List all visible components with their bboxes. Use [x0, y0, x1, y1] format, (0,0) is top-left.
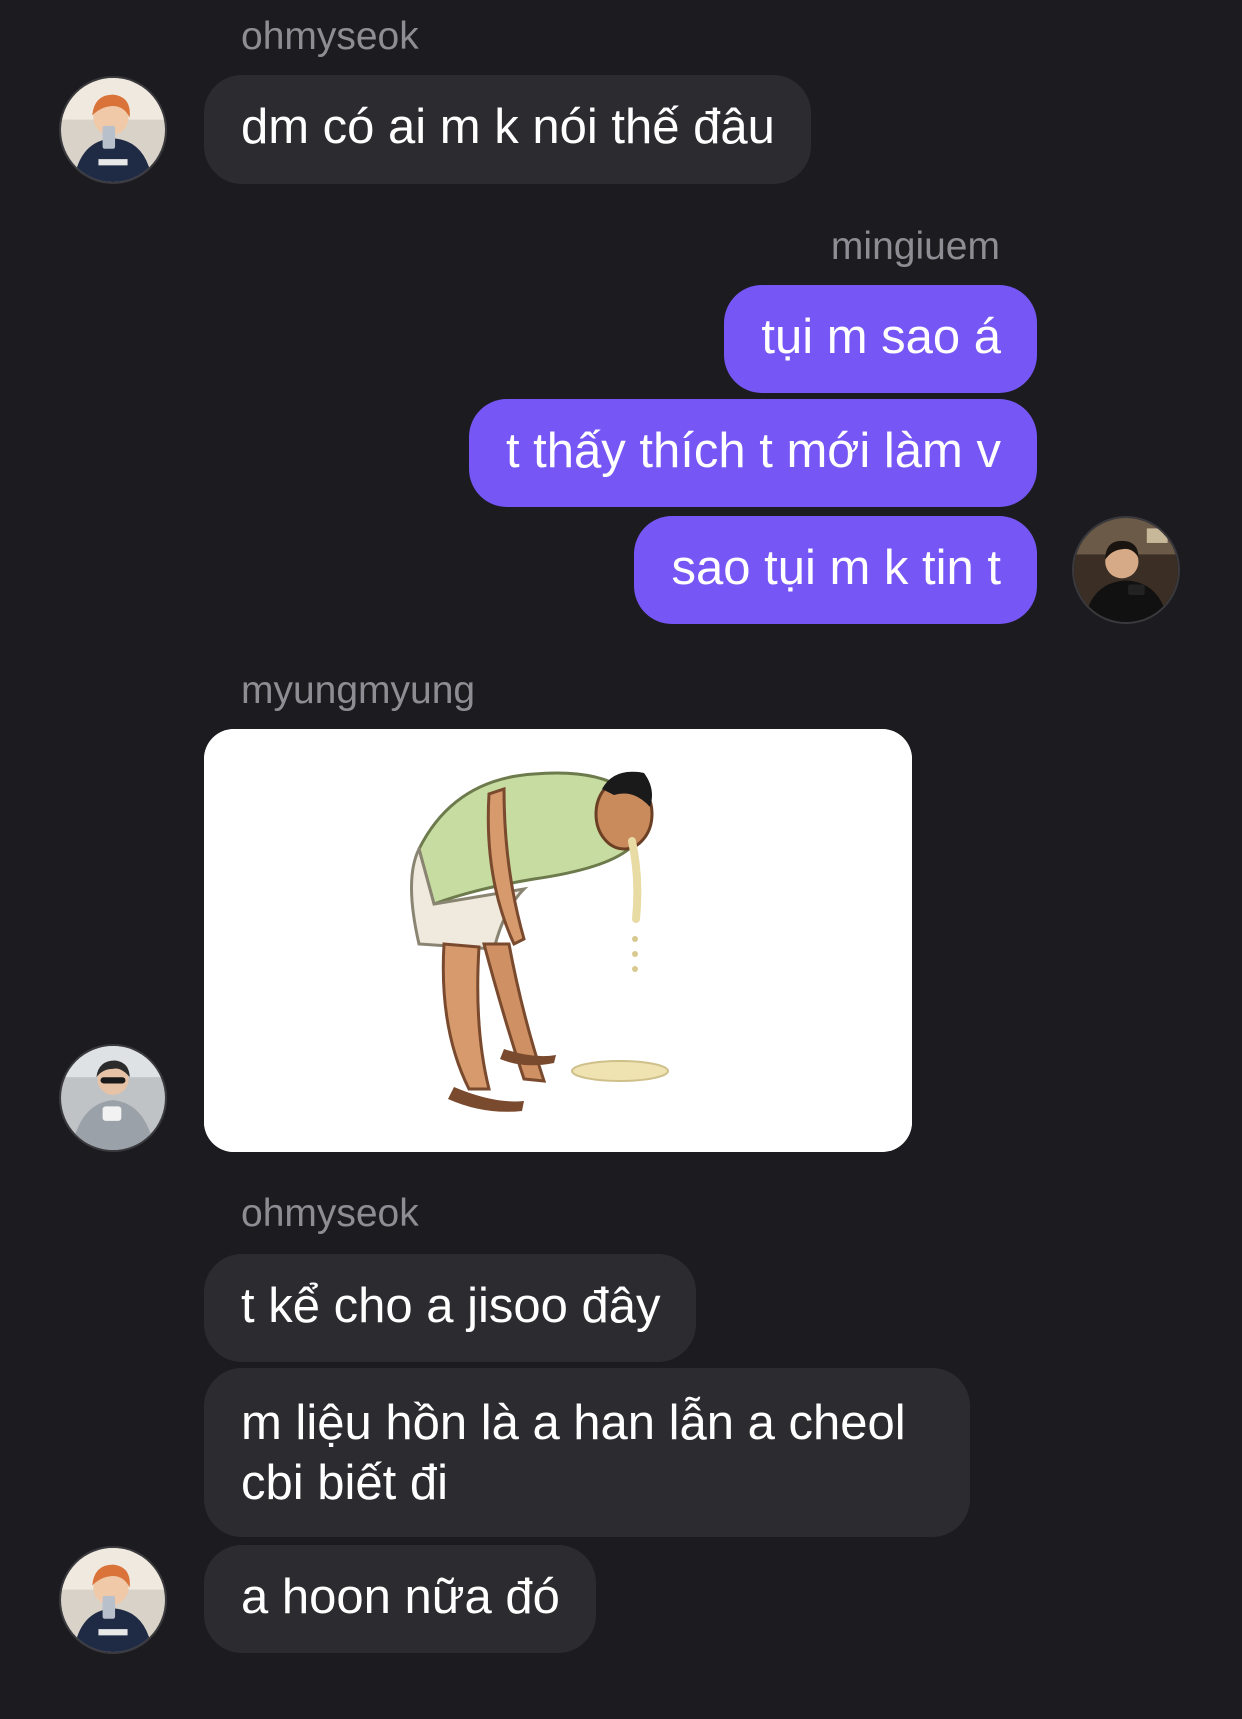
message-bubble-outgoing[interactable]: sao tụi m k tin t: [634, 516, 1037, 624]
message-bubble[interactable]: a hoon nữa đó: [204, 1545, 596, 1653]
avatar-photo-icon: [61, 1548, 165, 1652]
avatar-ohmyseok[interactable]: [59, 76, 167, 184]
message-bubble[interactable]: t kể cho a jisoo đây: [204, 1254, 697, 1362]
man-vomiting-illustration-icon: [204, 729, 912, 1152]
image-message[interactable]: [204, 729, 912, 1152]
message-bubble[interactable]: m liệu hồn là a han lẫn a cheol cbi biết…: [204, 1368, 970, 1537]
message-line: cbi biết đi: [241, 1456, 449, 1510]
avatar-photo-icon: [61, 1046, 165, 1150]
avatar-ohmyseok[interactable]: [59, 1546, 167, 1654]
avatar-mingiuem[interactable]: [1072, 516, 1180, 624]
sender-name: ohmyseok: [241, 15, 419, 58]
sender-name: ohmyseok: [241, 1192, 419, 1235]
avatar-photo-icon: [1074, 518, 1178, 622]
avatar-photo-icon: [61, 78, 165, 182]
message-bubble-outgoing[interactable]: tụi m sao á: [724, 285, 1037, 393]
avatar-myungmyung[interactable]: [59, 1044, 167, 1152]
message-bubble[interactable]: dm có ai m k nói thế đâu: [204, 75, 811, 184]
sender-name: myungmyung: [241, 669, 476, 712]
message-bubble-outgoing[interactable]: t thấy thích t mới làm v: [468, 399, 1037, 507]
sender-name: mingiuem: [830, 225, 1000, 268]
message-line: m liệu hồn là a han lẫn a cheol: [241, 1396, 906, 1450]
